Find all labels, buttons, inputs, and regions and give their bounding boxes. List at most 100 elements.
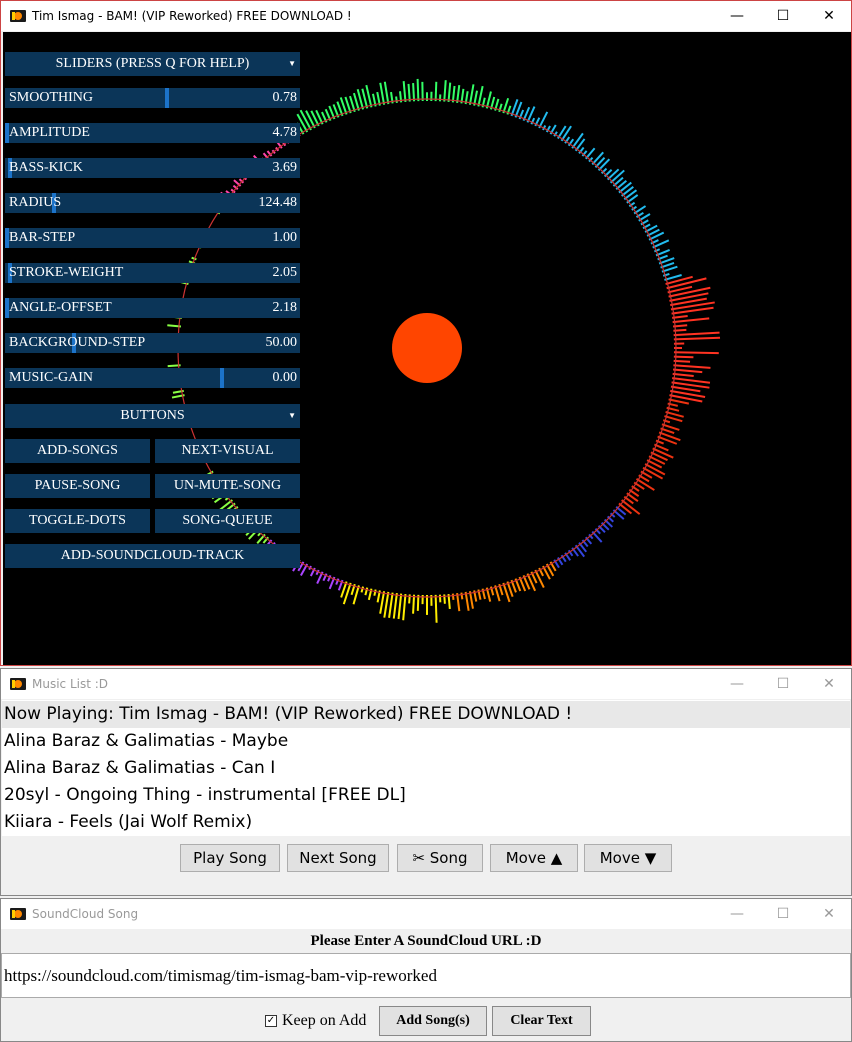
slider-value: 50.00 [265, 335, 298, 350]
clear-text-button[interactable]: Clear Text [492, 1006, 591, 1036]
song-list[interactable]: Now Playing: Tim Ismag - BAM! (VIP Rewor… [2, 700, 850, 836]
spectrum-bar [412, 594, 416, 614]
spectrum-bar [662, 272, 670, 277]
spectrum-bar [672, 368, 703, 374]
spectrum-bar [412, 83, 416, 102]
slider-knob[interactable] [220, 368, 224, 388]
unmute-song-button[interactable]: UN-MUTE-SONG [155, 474, 300, 498]
close-icon[interactable]: ✕ [806, 1, 852, 31]
spectrum-bar [379, 82, 386, 105]
maximize-icon[interactable]: ☐ [760, 1, 806, 31]
toggle-dots-button[interactable]: TOGGLE-DOTS [5, 509, 150, 533]
slider-value: 3.69 [272, 160, 298, 175]
maximize-icon[interactable]: ☐ [760, 899, 806, 929]
maximize-icon[interactable]: ☐ [760, 669, 806, 699]
spectrum-bar [644, 463, 666, 476]
app-icon [10, 10, 26, 22]
music-list-title: Music List :D [32, 677, 109, 691]
slider-music-gain[interactable]: MUSIC-GAIN 0.00 [5, 368, 300, 388]
spectrum-bar [460, 592, 464, 600]
slider-angle-offset[interactable]: ANGLE-OFFSET 2.18 [5, 298, 300, 318]
add-songs-button[interactable]: Add Song(s) [379, 1006, 487, 1036]
slider-background-step[interactable]: BACKGROUND-STEP 50.00 [5, 333, 300, 353]
spectrum-bar [447, 82, 452, 103]
spectrum-bar [434, 594, 438, 623]
close-icon[interactable]: ✕ [806, 899, 852, 929]
soundcloud-url-input[interactable]: https://soundcloud.com/timismag/tim-isma… [1, 953, 851, 998]
slider-label: ANGLE-OFFSET [9, 300, 112, 315]
music-list-titlebar[interactable]: Music List :D — ☐ ✕ [1, 669, 851, 699]
slider-value: 2.05 [272, 265, 298, 280]
song-queue-button[interactable]: SONG-QUEUE [155, 509, 300, 533]
spectrum-bar [642, 466, 664, 480]
spectrum-bar [652, 447, 674, 459]
slider-label: BAR-STEP [9, 230, 76, 245]
play-song-button[interactable]: Play Song [180, 844, 280, 872]
list-item[interactable]: Alina Baraz & Galimatias - Maybe [2, 728, 850, 755]
keep-on-add-checkbox[interactable]: ✓ [265, 1015, 277, 1027]
list-item[interactable]: 20syl - Ongoing Thing - instrumental [FR… [2, 782, 850, 809]
move-up-button[interactable]: Move ▲ [490, 844, 578, 872]
move-down-button[interactable]: Move ▼ [584, 844, 672, 872]
slider-label: BASS-KICK [9, 160, 83, 175]
slider-label: STROKE-WEIGHT [9, 265, 124, 280]
sliders-header[interactable]: SLIDERS (PRESS Q FOR HELP) ▼ [5, 52, 300, 76]
caret-down-icon: ▼ [288, 59, 296, 68]
list-item[interactable]: Alina Baraz & Galimatias - Can I [2, 755, 850, 782]
slider-knob[interactable] [165, 88, 169, 108]
slider-stroke-weight[interactable]: STROKE-WEIGHT 2.05 [5, 263, 300, 283]
list-item-now-playing[interactable]: Now Playing: Tim Ismag - BAM! (VIP Rewor… [2, 701, 850, 728]
spectrum-bar [468, 591, 474, 609]
spectrum-bar [665, 410, 684, 418]
slider-bass-kick[interactable]: BASS-KICK 3.69 [5, 158, 300, 178]
cut-song-button[interactable]: ✂ Song [397, 844, 483, 872]
sliders-header-label: SLIDERS (PRESS Q FOR HELP) [55, 56, 250, 71]
spectrum-bar [352, 92, 360, 111]
spectrum-bar [416, 78, 420, 102]
spectrum-bar [672, 317, 710, 324]
minimize-icon[interactable]: — [714, 899, 760, 929]
spectrum-bar [668, 286, 711, 298]
soundcloud-titlebar[interactable]: SoundCloud Song — ☐ ✕ [1, 899, 851, 929]
soundcloud-title: SoundCloud Song [32, 907, 139, 921]
app-icon [10, 908, 26, 920]
spectrum-bar [361, 88, 369, 109]
list-item[interactable]: Kiiara - Feels (Jai Wolf Remix) [2, 809, 850, 836]
spectrum-bar [668, 398, 690, 405]
visualizer-canvas[interactable]: SLIDERS (PRESS Q FOR HELP) ▼ SMOOTHING 0… [3, 32, 851, 665]
spectrum-bar [456, 85, 461, 103]
spectrum-bar [485, 91, 492, 109]
slider-radius[interactable]: RADIUS 124.48 [5, 193, 300, 213]
spectrum-bar [388, 592, 394, 618]
spectrum-bar [670, 385, 701, 393]
slider-label: SMOOTHING [9, 90, 93, 105]
next-song-button[interactable]: Next Song [287, 844, 389, 872]
add-soundcloud-track-button[interactable]: ADD-SOUNDCLOUD-TRACK [5, 544, 300, 568]
slider-label: BACKGROUND-STEP [9, 335, 146, 350]
visualizer-title: Tim Ismag - BAM! (VIP Reworked) FREE DOW… [32, 9, 352, 23]
buttons-header[interactable]: BUTTONS ▼ [5, 404, 300, 428]
spectrum-bar [673, 364, 711, 369]
slider-amplitude[interactable]: AMPLITUDE 4.78 [5, 123, 300, 143]
spectrum-bar [397, 593, 403, 620]
spectrum-bar [664, 274, 682, 281]
slider-value: 0.00 [272, 370, 298, 385]
visualizer-titlebar[interactable]: Tim Ismag - BAM! (VIP Reworked) FREE DOW… [1, 1, 851, 31]
spectrum-bar [609, 169, 625, 184]
spectrum-bar [477, 85, 484, 107]
slider-value: 2.18 [272, 300, 298, 315]
spectrum-bar [360, 586, 365, 593]
pause-song-button[interactable]: PAUSE-SONG [5, 474, 150, 498]
minimize-icon[interactable]: — [714, 1, 760, 31]
slider-bar-step[interactable]: BAR-STEP 1.00 [5, 228, 300, 248]
slider-smoothing[interactable]: SMOOTHING 0.78 [5, 88, 300, 108]
visualizer-window: Tim Ismag - BAM! (VIP Reworked) FREE DOW… [0, 0, 852, 666]
close-icon[interactable]: ✕ [806, 669, 852, 699]
spectrum-bar [383, 591, 390, 618]
spectrum-bar [408, 594, 411, 604]
next-visual-button[interactable]: NEXT-VISUAL [155, 439, 300, 463]
spectrum-bar [672, 372, 694, 378]
add-songs-button[interactable]: ADD-SONGS [5, 439, 150, 463]
minimize-icon[interactable]: — [714, 669, 760, 699]
spectrum-bar [402, 81, 407, 103]
